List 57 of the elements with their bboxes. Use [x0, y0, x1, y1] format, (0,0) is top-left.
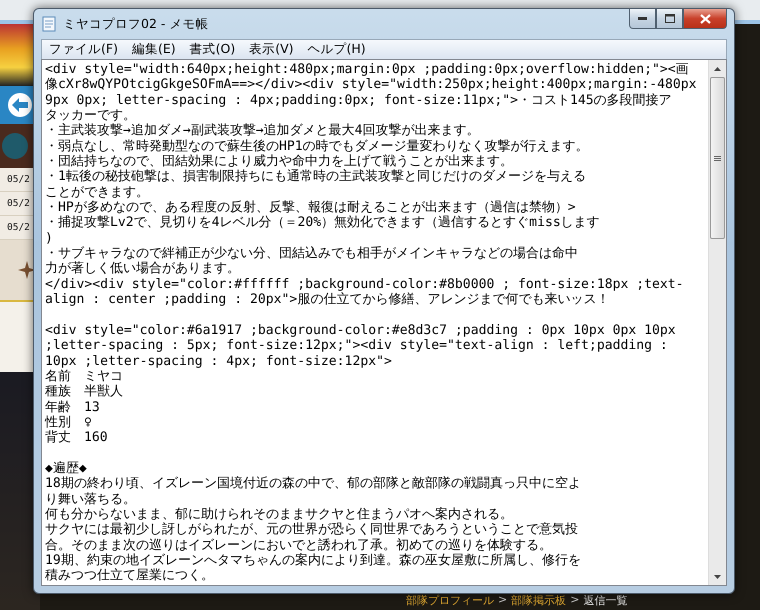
text-line: 何も分からないまま、郁に助けられそのままサクヤと住まうパオへ案内される。 — [45, 506, 514, 522]
text-line: 像cXr8wQYPOtcigGkgeSOFmA==></div><div style="width:250px;height:400px;margin:-480px — [45, 77, 698, 93]
scroll-thumb[interactable] — [710, 77, 725, 239]
text-line: ・捕捉攻撃Lv2で、見切りを4レベル分（＝20%）無効化できます（過信するとすぐmissします — [45, 215, 601, 231]
text-line: ・弱点なし、常時発動型なので蘇生後のHP1の時でもダメージ量変わりなく攻撃が行えます。 — [45, 138, 590, 154]
text-line: 10px ;letter-spacing : 4px; font-size:12px"> — [45, 354, 393, 369]
text-line: 18期の終わり頃、イズレーン国境付近の森の中で、郁の部隊と敵部隊の戦闘真っ只中に空よ — [45, 476, 582, 492]
date-text: 05/2 — [7, 174, 30, 185]
menu-item[interactable]: 表示(V) — [242, 41, 301, 58]
minimize-icon — [638, 17, 647, 20]
text-line: ) — [45, 230, 54, 246]
window-title: ミヤコプロフ02 - メモ帳 — [63, 16, 208, 32]
breadcrumb-link[interactable]: 部隊掲示板 — [511, 593, 566, 608]
scrollbar[interactable] — [708, 60, 726, 585]
menu-item[interactable]: 編集(E) — [124, 41, 183, 58]
breadcrumb-separator: > — [498, 593, 508, 608]
text-line: ことができます。 — [45, 184, 150, 200]
text-line: ・主武装攻撃→追加ダメ→副武装攻撃→追加ダメと最大4回攻撃が出来ます。 — [45, 123, 481, 139]
text-line: り舞い落ちる。 — [45, 492, 137, 507]
date-text: 05/2 — [7, 222, 30, 233]
text-line: ◆遍歴◆ — [45, 460, 88, 476]
text-line: 19期、約束の地イズレーンへタマちゃんの案内により到達。森の巫女屋敷に所属し、修行を — [45, 553, 582, 568]
text-line: 合。そのまま次の巡りはイズレーンにおいでと誘われ了承。初めての巡りを体験する。 — [45, 538, 553, 553]
menu-item[interactable]: 書式(O) — [182, 41, 242, 58]
text-line: 9px 0px; letter-spacing : 4px;padding:0px; font-size:11px;">・コスト145の多段間接ア — [45, 92, 673, 108]
minimize-button[interactable] — [629, 9, 656, 29]
text-line: ・HPが多めなので、ある程度の反射、反撃、報復は耐えることが出来ます（過信は禁物）> — [45, 200, 577, 216]
breadcrumb-link[interactable]: 部隊プロフィール — [406, 593, 494, 608]
text-line: 名前 ミヤコ — [45, 368, 124, 384]
text-line: ・サブキャラなので絆補正が少ない分、団結込みでも相手がメインキャラなどの場合は命中 — [45, 246, 579, 262]
date-text: 05/2 — [7, 198, 30, 209]
text-line: 種族 半獣人 — [45, 384, 124, 400]
text-line: ・1転後の秘技砲撃は、損害制限持ちにも通常時の主武装攻撃と同じだけのダメージを与える — [45, 169, 587, 185]
text-line: 背丈 160 — [45, 430, 109, 446]
orb-icon — [2, 133, 28, 159]
text-line: ・団結持ちなので、団結効果により威力や命中力を上げて戦うことが出来ます。 — [45, 154, 514, 170]
text-line: タッカーです。 — [45, 108, 137, 124]
text-line: </div><div style="color:#ffffff ;background-color:#8b0000 ; font-size:18px ;text- — [45, 276, 685, 292]
text-line: <div style="width:640px;height:480px;margin:0px ;padding:0px;overflow:hidden;"><画 — [45, 62, 690, 78]
text-line: サクヤには最初少し訝しがられたが、元の世界が恐らく同世界であろうということで意気投 — [45, 522, 579, 538]
menu-item[interactable]: ヘルプ(H) — [300, 41, 373, 58]
text-line: 性別 ♀ — [45, 414, 93, 430]
close-button[interactable] — [683, 9, 727, 29]
maximize-icon — [664, 14, 674, 23]
back-icon[interactable] — [8, 93, 32, 117]
text-line: align : center ;padding : 20px">服の仕立てから修繕、アレンジまで何でも来いッス！ — [45, 292, 610, 308]
breadcrumb-separator: > — [570, 593, 580, 608]
text-line: <div style="color:#6a1917 ;background-color:#e8d3c7 ;padding : 0px 10px 0px 10px — [45, 322, 677, 338]
text-line: ;letter-spacing : 5px; font-size:12px;"><div style="text-align : left;padding : — [45, 338, 669, 354]
text-line: 積みつつ仕立て屋業につく。 — [45, 568, 215, 584]
maximize-button[interactable] — [656, 9, 683, 29]
breadcrumb-current: 返信一覧 — [583, 593, 628, 608]
close-icon — [700, 14, 710, 24]
notepad-icon — [41, 16, 57, 32]
text-line: 年齢 13 — [45, 400, 101, 415]
menu-item[interactable]: ファイル(F) — [42, 41, 125, 58]
text-line: 力が著しく低い場合があります。 — [45, 261, 241, 277]
